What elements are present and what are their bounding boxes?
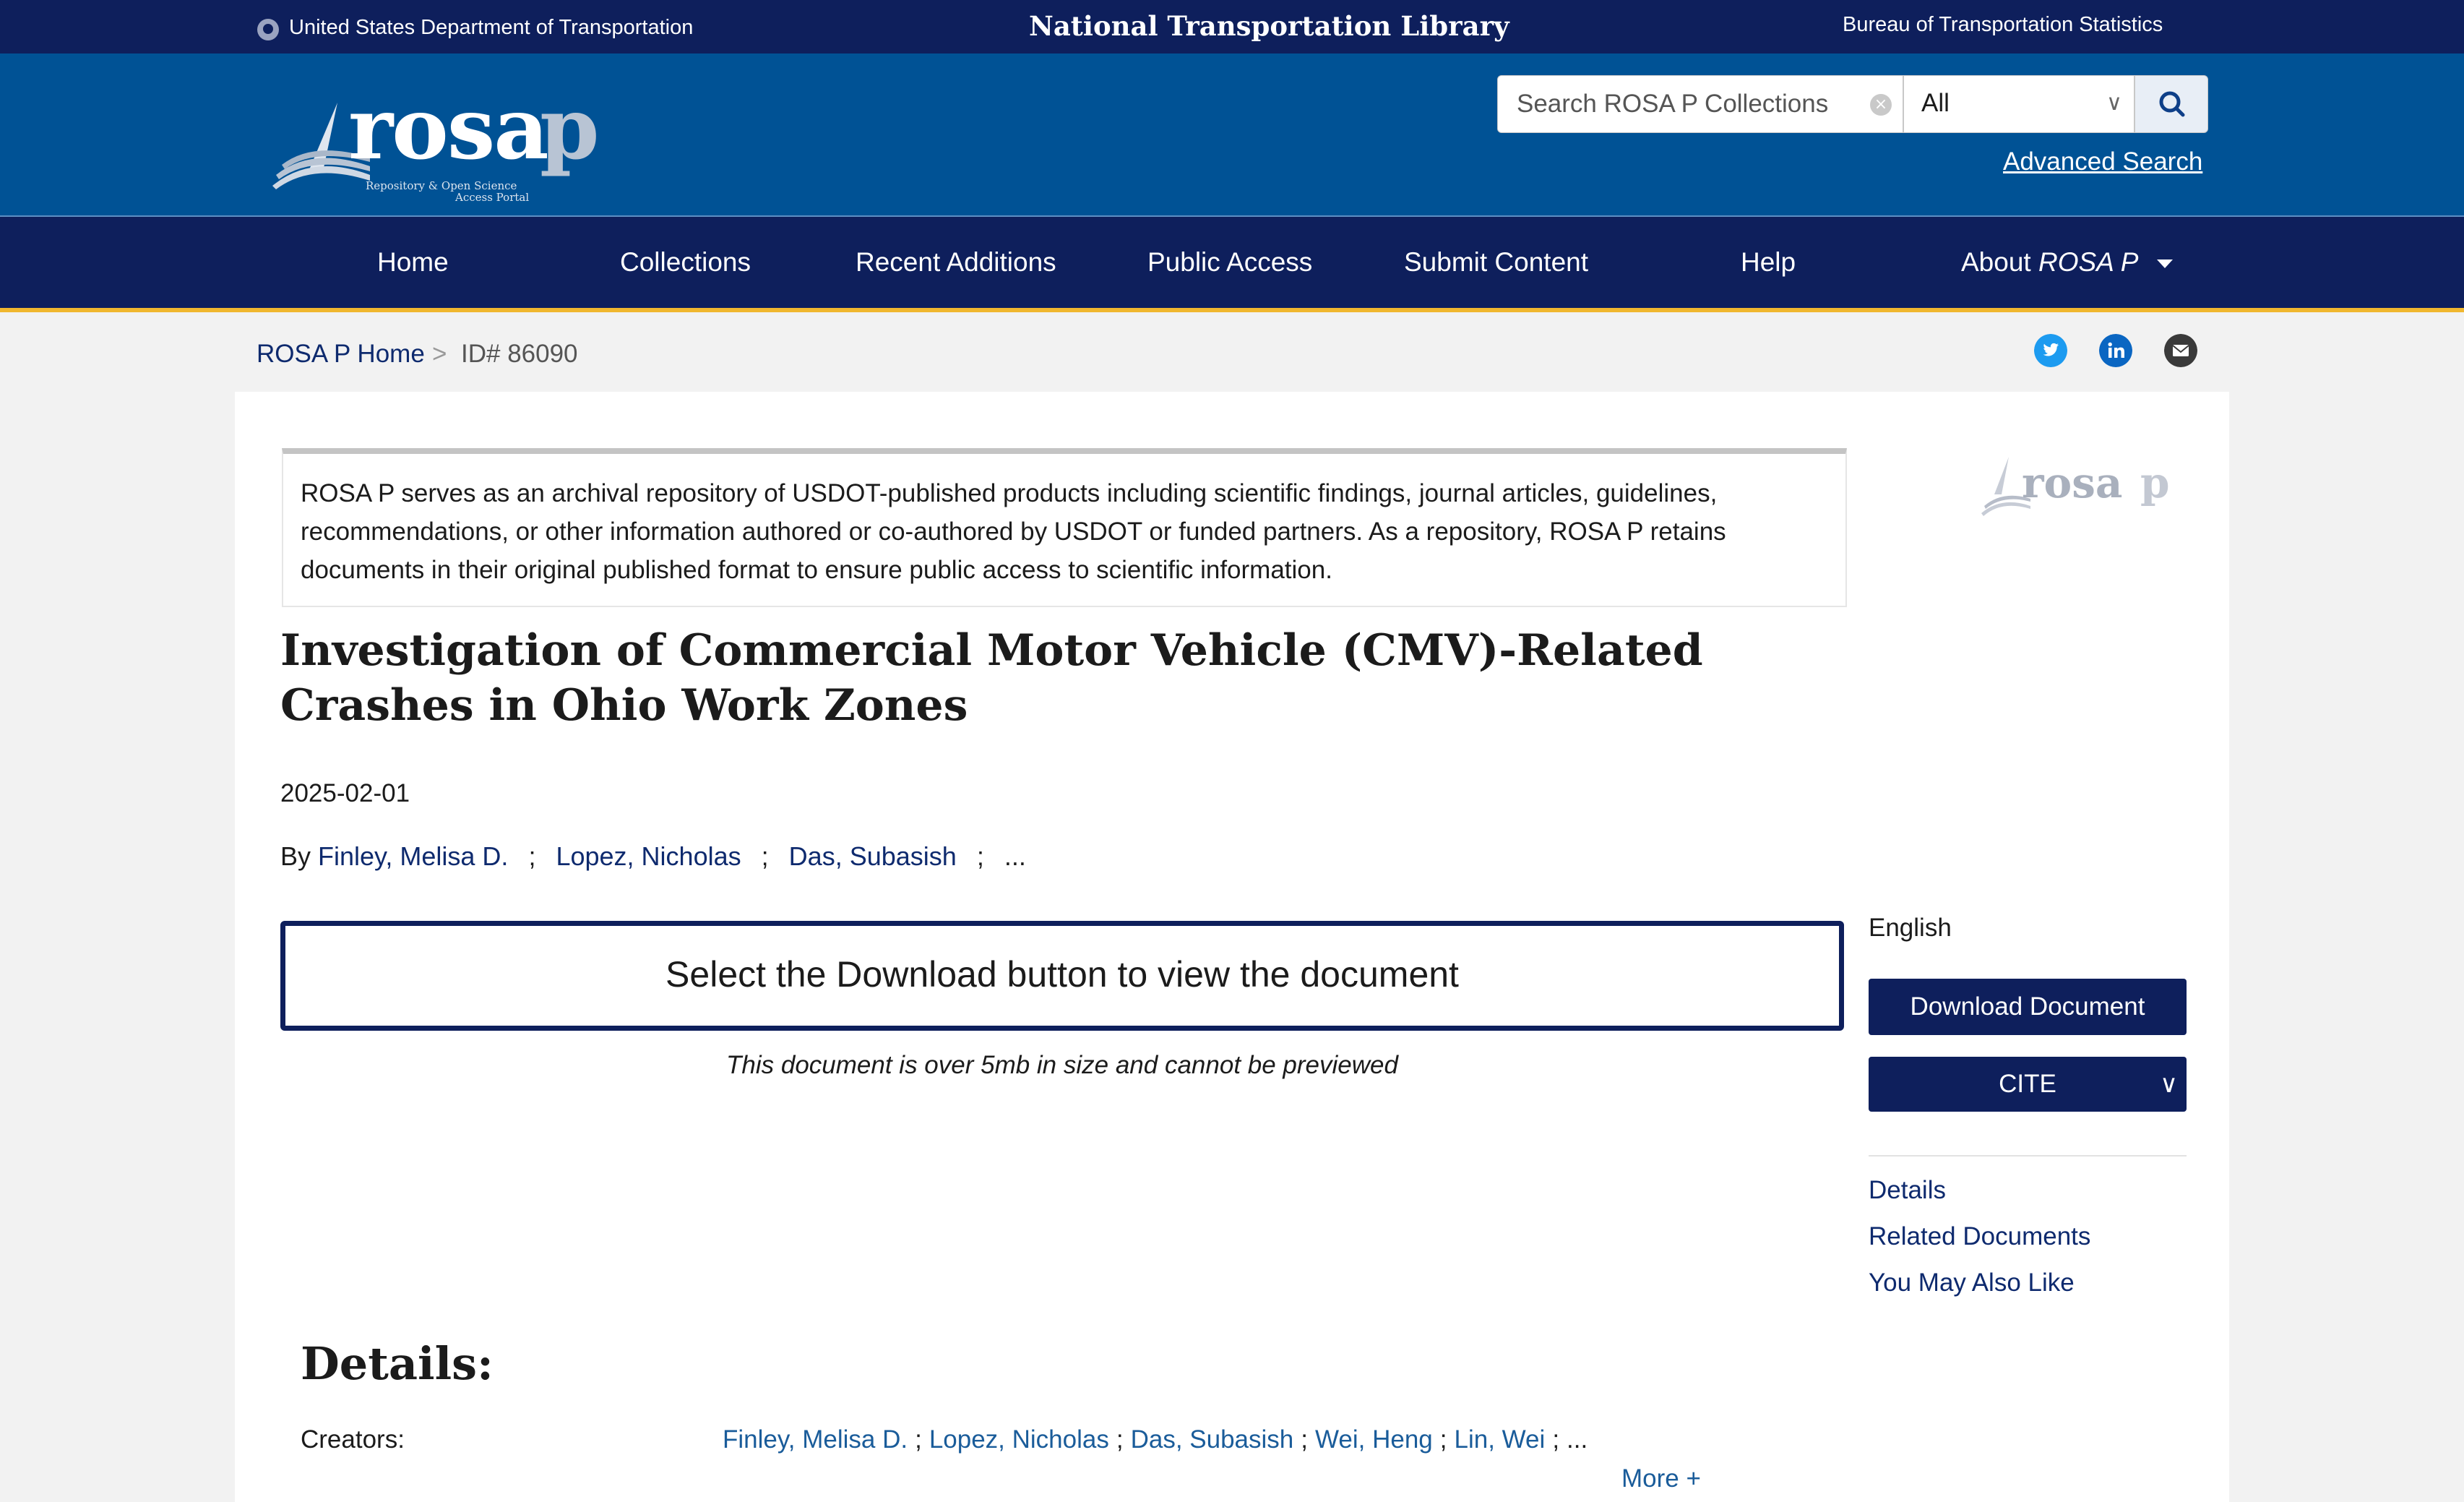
- document-title: Investigation of Commercial Motor Vehicl…: [280, 625, 1703, 731]
- small-logo-rosa-text: rosa: [2022, 458, 2122, 507]
- author-link[interactable]: Das, Subasish: [789, 841, 957, 871]
- twitter-icon[interactable]: [2034, 334, 2067, 367]
- nav-public-access[interactable]: Public Access: [1147, 247, 1312, 278]
- breadcrumb-separator: >: [432, 340, 447, 368]
- ntl-link[interactable]: National Transportation Library: [1029, 10, 1509, 42]
- chevron-down-icon: ∨: [2160, 1070, 2178, 1098]
- author-separator: ;: [528, 841, 536, 871]
- nav-about-name: ROSA P: [2038, 247, 2139, 277]
- nav-about[interactable]: About ROSA P: [1961, 247, 2174, 278]
- search-scope-value: All: [1921, 89, 1950, 117]
- author-separator: ;: [761, 841, 769, 871]
- creator-link[interactable]: Das, Subasish: [1131, 1425, 1294, 1454]
- creator-link[interactable]: Lopez, Nicholas: [929, 1425, 1109, 1454]
- document-language: English: [1869, 914, 1952, 942]
- caret-down-icon: [2157, 259, 2174, 269]
- notice-text: ROSA P serves as an archival repository …: [301, 479, 1726, 584]
- creator-separator: ;: [1439, 1425, 1447, 1454]
- search-field-wrapper: [1497, 75, 1903, 133]
- bts-link[interactable]: Bureau of Transportation Statistics: [1843, 13, 2163, 37]
- chevron-down-icon: ∨: [2106, 90, 2122, 116]
- site-header: rosa p Repository & Open Science Access …: [0, 53, 2464, 217]
- nav-about-prefix: About: [1961, 247, 2038, 277]
- nav-home[interactable]: Home: [377, 247, 449, 278]
- search-icon: [2159, 91, 2185, 117]
- advanced-search-link[interactable]: Advanced Search: [2003, 147, 2202, 176]
- logo-rosa-text: rosa: [348, 78, 549, 179]
- rosa-p-small-logo: rosa p: [1980, 454, 2182, 526]
- nav-collections[interactable]: Collections: [620, 247, 751, 278]
- creator-link[interactable]: Wei, Heng: [1315, 1425, 1433, 1454]
- creator-separator: ;: [915, 1425, 922, 1454]
- sidebar-divider: [1869, 1155, 2187, 1156]
- nav-recent-additions[interactable]: Recent Additions: [856, 247, 1056, 278]
- sidebar-link-details[interactable]: Details: [1869, 1176, 1946, 1205]
- breadcrumb-home[interactable]: ROSA P Home: [257, 340, 425, 369]
- email-icon[interactable]: [2164, 334, 2197, 367]
- search-button[interactable]: [2135, 75, 2208, 133]
- logo-subtitle-2: Access Portal: [455, 191, 530, 204]
- repository-notice: ROSA P serves as an archival repository …: [282, 448, 1847, 607]
- sidebar-link-related-documents[interactable]: Related Documents: [1869, 1222, 2090, 1251]
- linkedin-icon[interactable]: [2099, 334, 2132, 367]
- breadcrumb-current: ID# 86090: [461, 340, 578, 368]
- creator-link[interactable]: Lin, Wei: [1455, 1425, 1546, 1454]
- author-separator: ;: [976, 841, 984, 871]
- creators-list: Finley, Melisa D.; Lopez, Nicholas; Das, S…: [723, 1425, 1588, 1454]
- top-bar: United States Department of Transportati…: [0, 0, 2464, 53]
- sidebar-link-you-may-also-like[interactable]: You May Also Like: [1869, 1269, 2075, 1297]
- document-preview-box: Select the Download button to view the d…: [280, 921, 1844, 1031]
- details-heading: Details:: [301, 1337, 494, 1390]
- preview-note: This document is over 5mb in size and ca…: [726, 1051, 1398, 1079]
- cite-button[interactable]: CITE ∨: [1869, 1057, 2187, 1112]
- download-document-button[interactable]: Download Document: [1869, 979, 2187, 1035]
- publication-date: 2025-02-01: [280, 779, 410, 807]
- dot-seal-icon: [257, 19, 279, 40]
- small-logo-p-text: p: [2140, 458, 2170, 507]
- author-ellipsis[interactable]: ...: [1004, 841, 1026, 871]
- main-nav: Home Collections Recent Additions Public…: [0, 217, 2464, 312]
- creators-ellipsis: ...: [1567, 1425, 1588, 1454]
- rosa-p-logo[interactable]: rosa p Repository & Open Science Access …: [269, 78, 601, 204]
- by-label: By: [280, 841, 311, 871]
- department-link[interactable]: United States Department of Transportati…: [289, 16, 693, 40]
- clear-search-icon[interactable]: ×: [1870, 94, 1892, 116]
- search-scope-select[interactable]: All ∨: [1903, 75, 2135, 133]
- creator-separator: ;: [1301, 1425, 1308, 1454]
- cite-label: CITE: [1999, 1070, 2056, 1098]
- creator-link[interactable]: Finley, Melisa D.: [723, 1425, 908, 1454]
- author-list: By Finley, Melisa D. ; Lopez, Nicholas ;…: [280, 841, 1026, 872]
- creator-separator: ;: [1116, 1425, 1124, 1454]
- preview-message: Select the Download button to view the d…: [665, 954, 1459, 995]
- more-creators-link[interactable]: More +: [1621, 1464, 1701, 1493]
- nav-help[interactable]: Help: [1741, 247, 1796, 278]
- nav-submit-content[interactable]: Submit Content: [1404, 247, 1588, 278]
- author-link[interactable]: Lopez, Nicholas: [556, 841, 741, 871]
- author-link[interactable]: Finley, Melisa D.: [318, 841, 508, 871]
- logo-p-text: p: [540, 78, 600, 179]
- creators-label: Creators:: [301, 1425, 405, 1454]
- creator-separator: ;: [1552, 1425, 1560, 1454]
- search-input[interactable]: [1498, 76, 1903, 132]
